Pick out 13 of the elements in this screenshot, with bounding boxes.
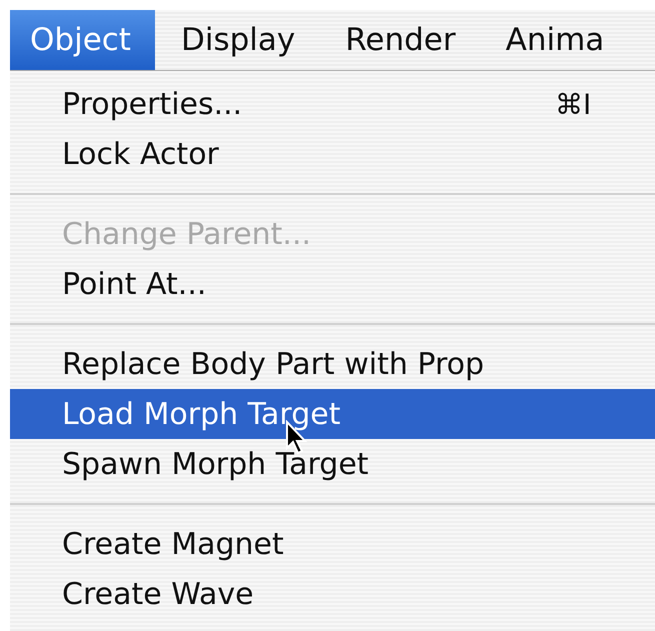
- menu-title[interactable]: Anima: [480, 10, 628, 70]
- menu-item[interactable]: Create Wave: [10, 569, 655, 619]
- menu-item[interactable]: Lock Actor: [10, 129, 655, 179]
- menu-title[interactable]: Display: [154, 10, 320, 70]
- menu-title[interactable]: Object: [10, 10, 155, 70]
- menu-item[interactable]: Create Magnet: [10, 519, 655, 569]
- menu-item[interactable]: Point At...: [10, 259, 655, 309]
- shortcut-label: ⌘I: [555, 88, 592, 120]
- menu-title[interactable]: Render: [319, 10, 480, 70]
- menu-item[interactable]: Spawn Morph Target: [10, 439, 655, 489]
- menu-item[interactable]: Replace Body Part with Prop: [10, 339, 655, 389]
- menu-item[interactable]: Load Morph Target: [10, 389, 655, 439]
- menu-item[interactable]: Properties... ⌘I: [10, 79, 655, 129]
